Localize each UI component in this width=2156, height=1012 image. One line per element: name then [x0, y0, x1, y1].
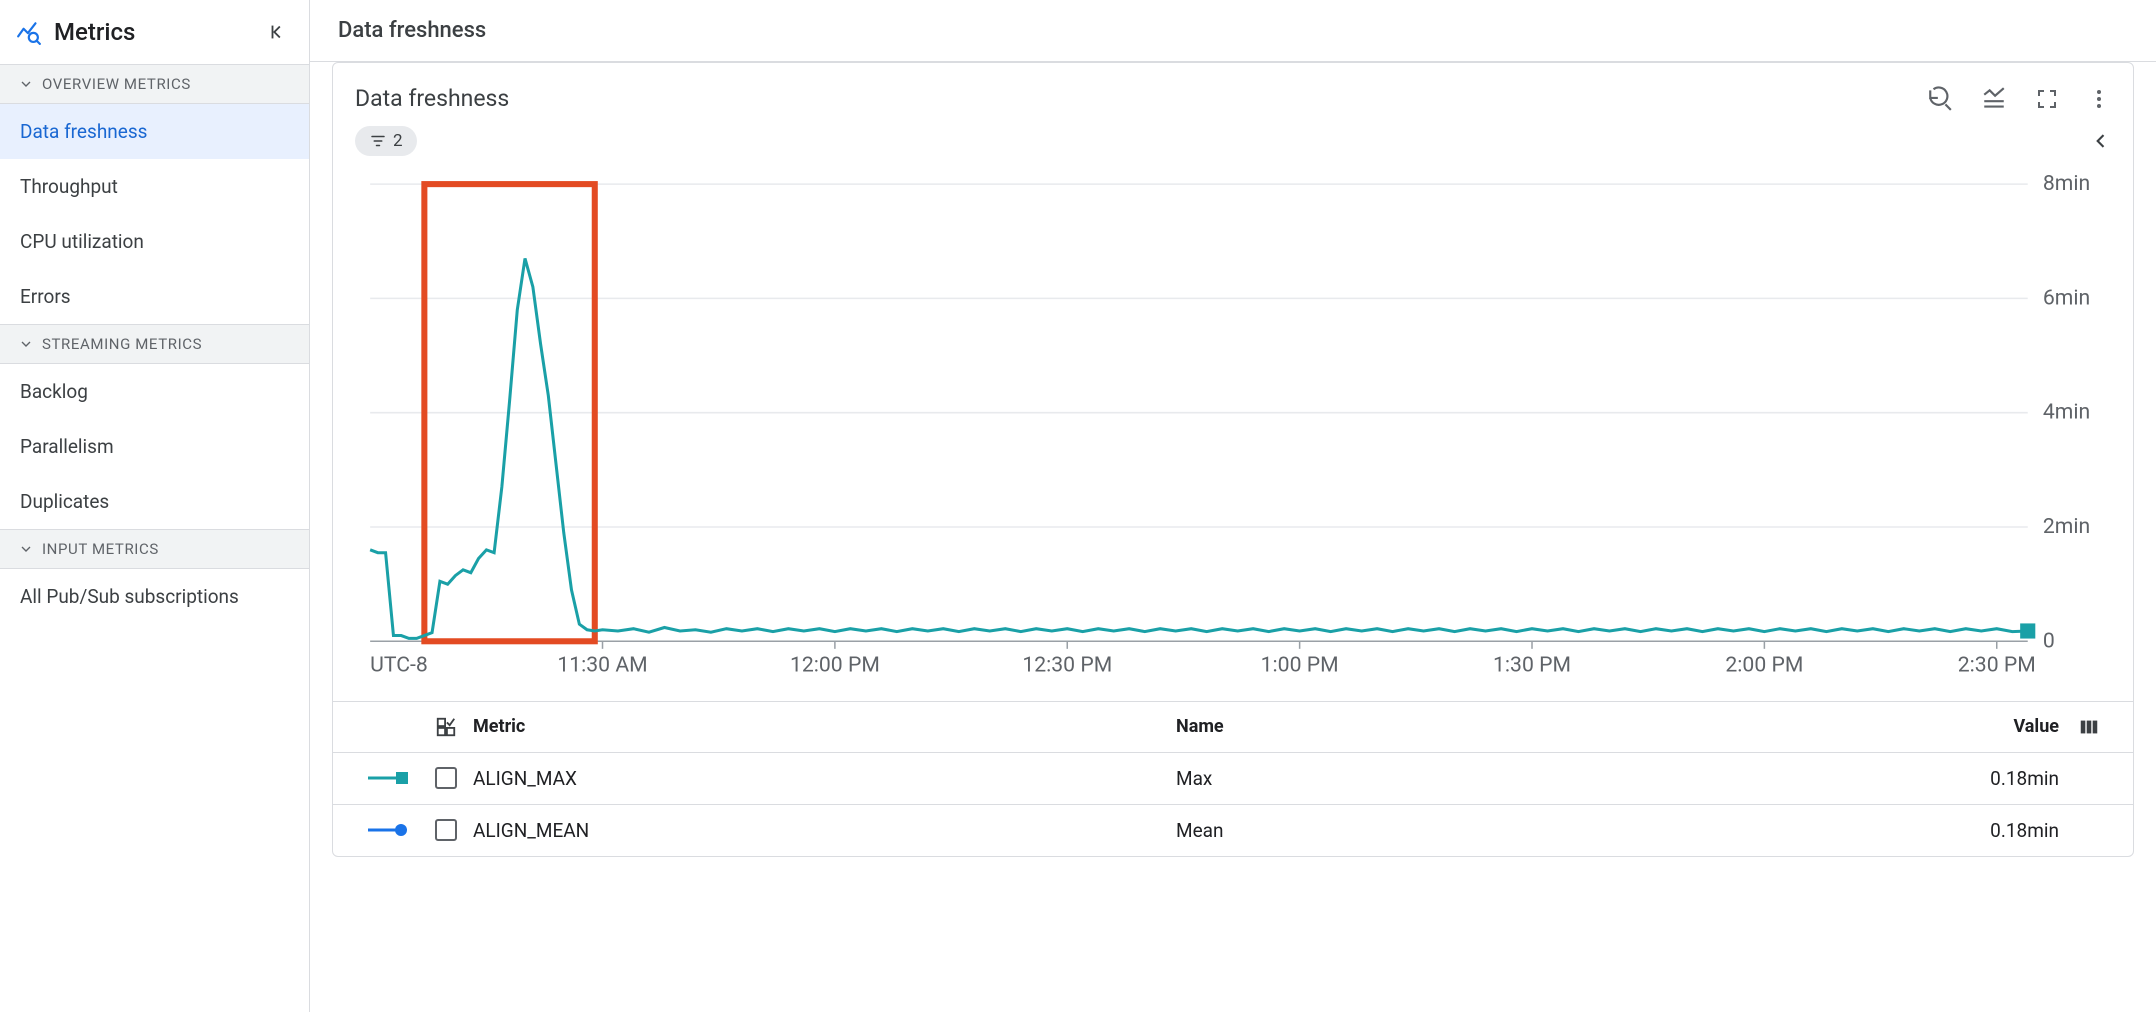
x-tick-label: 1:00 PM — [1261, 653, 1339, 678]
sidebar-item[interactable]: Backlog — [0, 364, 309, 419]
sidebar-header: Metrics — [0, 0, 309, 65]
filter-chip-count: 2 — [393, 131, 403, 151]
x-tick-label: 1:30 PM — [1493, 653, 1571, 678]
timezone-label: UTC-8 — [370, 653, 428, 678]
y-tick-label: 6min — [2043, 285, 2090, 310]
chevron-down-icon — [18, 76, 34, 92]
legend-toggle-button[interactable] — [1981, 86, 2007, 112]
chevron-down-icon — [18, 541, 34, 557]
legend-name: Max — [1176, 767, 1869, 790]
series-line — [370, 258, 2028, 638]
main: Data freshness Data freshness — [310, 0, 2156, 1012]
fullscreen-button[interactable] — [2035, 87, 2059, 111]
collapse-legend-button[interactable] — [2091, 131, 2111, 151]
reset-zoom-button[interactable] — [1927, 86, 1953, 112]
sidebar-section-head[interactable]: INPUT METRICS — [0, 529, 309, 569]
sidebar-item[interactable]: CPU utilization — [0, 214, 309, 269]
page-title: Data freshness — [310, 0, 2156, 62]
series-marker — [357, 771, 419, 785]
chart-area[interactable]: 0 2min 4min 6min 8min UTC-8 11:30 AM 12:00 PM 12… — [355, 172, 2111, 687]
legend-col-name: Name — [1176, 716, 1869, 737]
x-tick-label: 12:30 PM — [1022, 653, 1112, 678]
legend-metric: ALIGN_MAX — [473, 767, 1166, 790]
sidebar-item[interactable]: Errors — [0, 269, 309, 324]
metrics-icon — [16, 19, 42, 45]
filter-chip[interactable]: 2 — [355, 126, 417, 156]
sidebar-title: Metrics — [54, 18, 135, 46]
sidebar: Metrics OVERVIEW METRICSData freshnessTh… — [0, 0, 310, 1012]
sidebar-item[interactable]: All Pub/Sub subscriptions — [0, 569, 309, 624]
column-layout-icon[interactable] — [2069, 716, 2109, 738]
sidebar-item[interactable]: Data freshness — [0, 104, 309, 159]
legend-row[interactable]: ALIGN_MEAN Mean 0.18min — [333, 804, 2133, 856]
line-chart[interactable]: 0 2min 4min 6min 8min UTC-8 11:30 AM 12:00 PM 12… — [355, 172, 2111, 687]
legend-col-metric: Metric — [473, 716, 1166, 737]
column-selector-icon[interactable] — [429, 716, 463, 738]
series-checkbox[interactable] — [435, 819, 457, 841]
legend-table: Metric Name Value ALIGN_MAXMax0.18minALI… — [333, 701, 2133, 856]
legend-name: Mean — [1176, 819, 1869, 842]
legend-value: 0.18min — [1879, 819, 2059, 842]
sidebar-nav: OVERVIEW METRICSData freshnessThroughput… — [0, 65, 309, 624]
card-toolbar — [1927, 86, 2111, 112]
more-menu-button[interactable] — [2087, 87, 2111, 111]
collapse-sidebar-button[interactable] — [267, 21, 289, 43]
legend-col-value: Value — [1879, 716, 2059, 737]
x-tick-label: 11:30 AM — [557, 653, 647, 678]
series-end-marker — [2020, 623, 2035, 638]
sidebar-item[interactable]: Duplicates — [0, 474, 309, 529]
x-tick-label: 2:00 PM — [1725, 653, 1803, 678]
filter-icon — [369, 132, 387, 150]
y-tick-label: 4min — [2043, 400, 2090, 425]
sidebar-item[interactable]: Parallelism — [0, 419, 309, 474]
legend-row[interactable]: ALIGN_MAX Max 0.18min — [333, 752, 2133, 804]
chevron-down-icon — [18, 336, 34, 352]
sidebar-item[interactable]: Throughput — [0, 159, 309, 214]
legend-value: 0.18min — [1879, 767, 2059, 790]
y-tick-label: 0 — [2043, 628, 2055, 653]
y-tick-label: 8min — [2043, 172, 2090, 196]
y-tick-label: 2min — [2043, 514, 2090, 539]
legend-metric: ALIGN_MEAN — [473, 819, 1166, 842]
series-checkbox[interactable] — [435, 767, 457, 789]
x-tick-label: 12:00 PM — [790, 653, 880, 678]
x-tick-label: 2:30 PM — [1958, 653, 2036, 678]
chart-card: Data freshness — [332, 62, 2134, 857]
card-title: Data freshness — [355, 85, 509, 112]
sidebar-section-head[interactable]: STREAMING METRICS — [0, 324, 309, 364]
sidebar-section-head[interactable]: OVERVIEW METRICS — [0, 65, 309, 104]
series-marker — [357, 823, 419, 837]
